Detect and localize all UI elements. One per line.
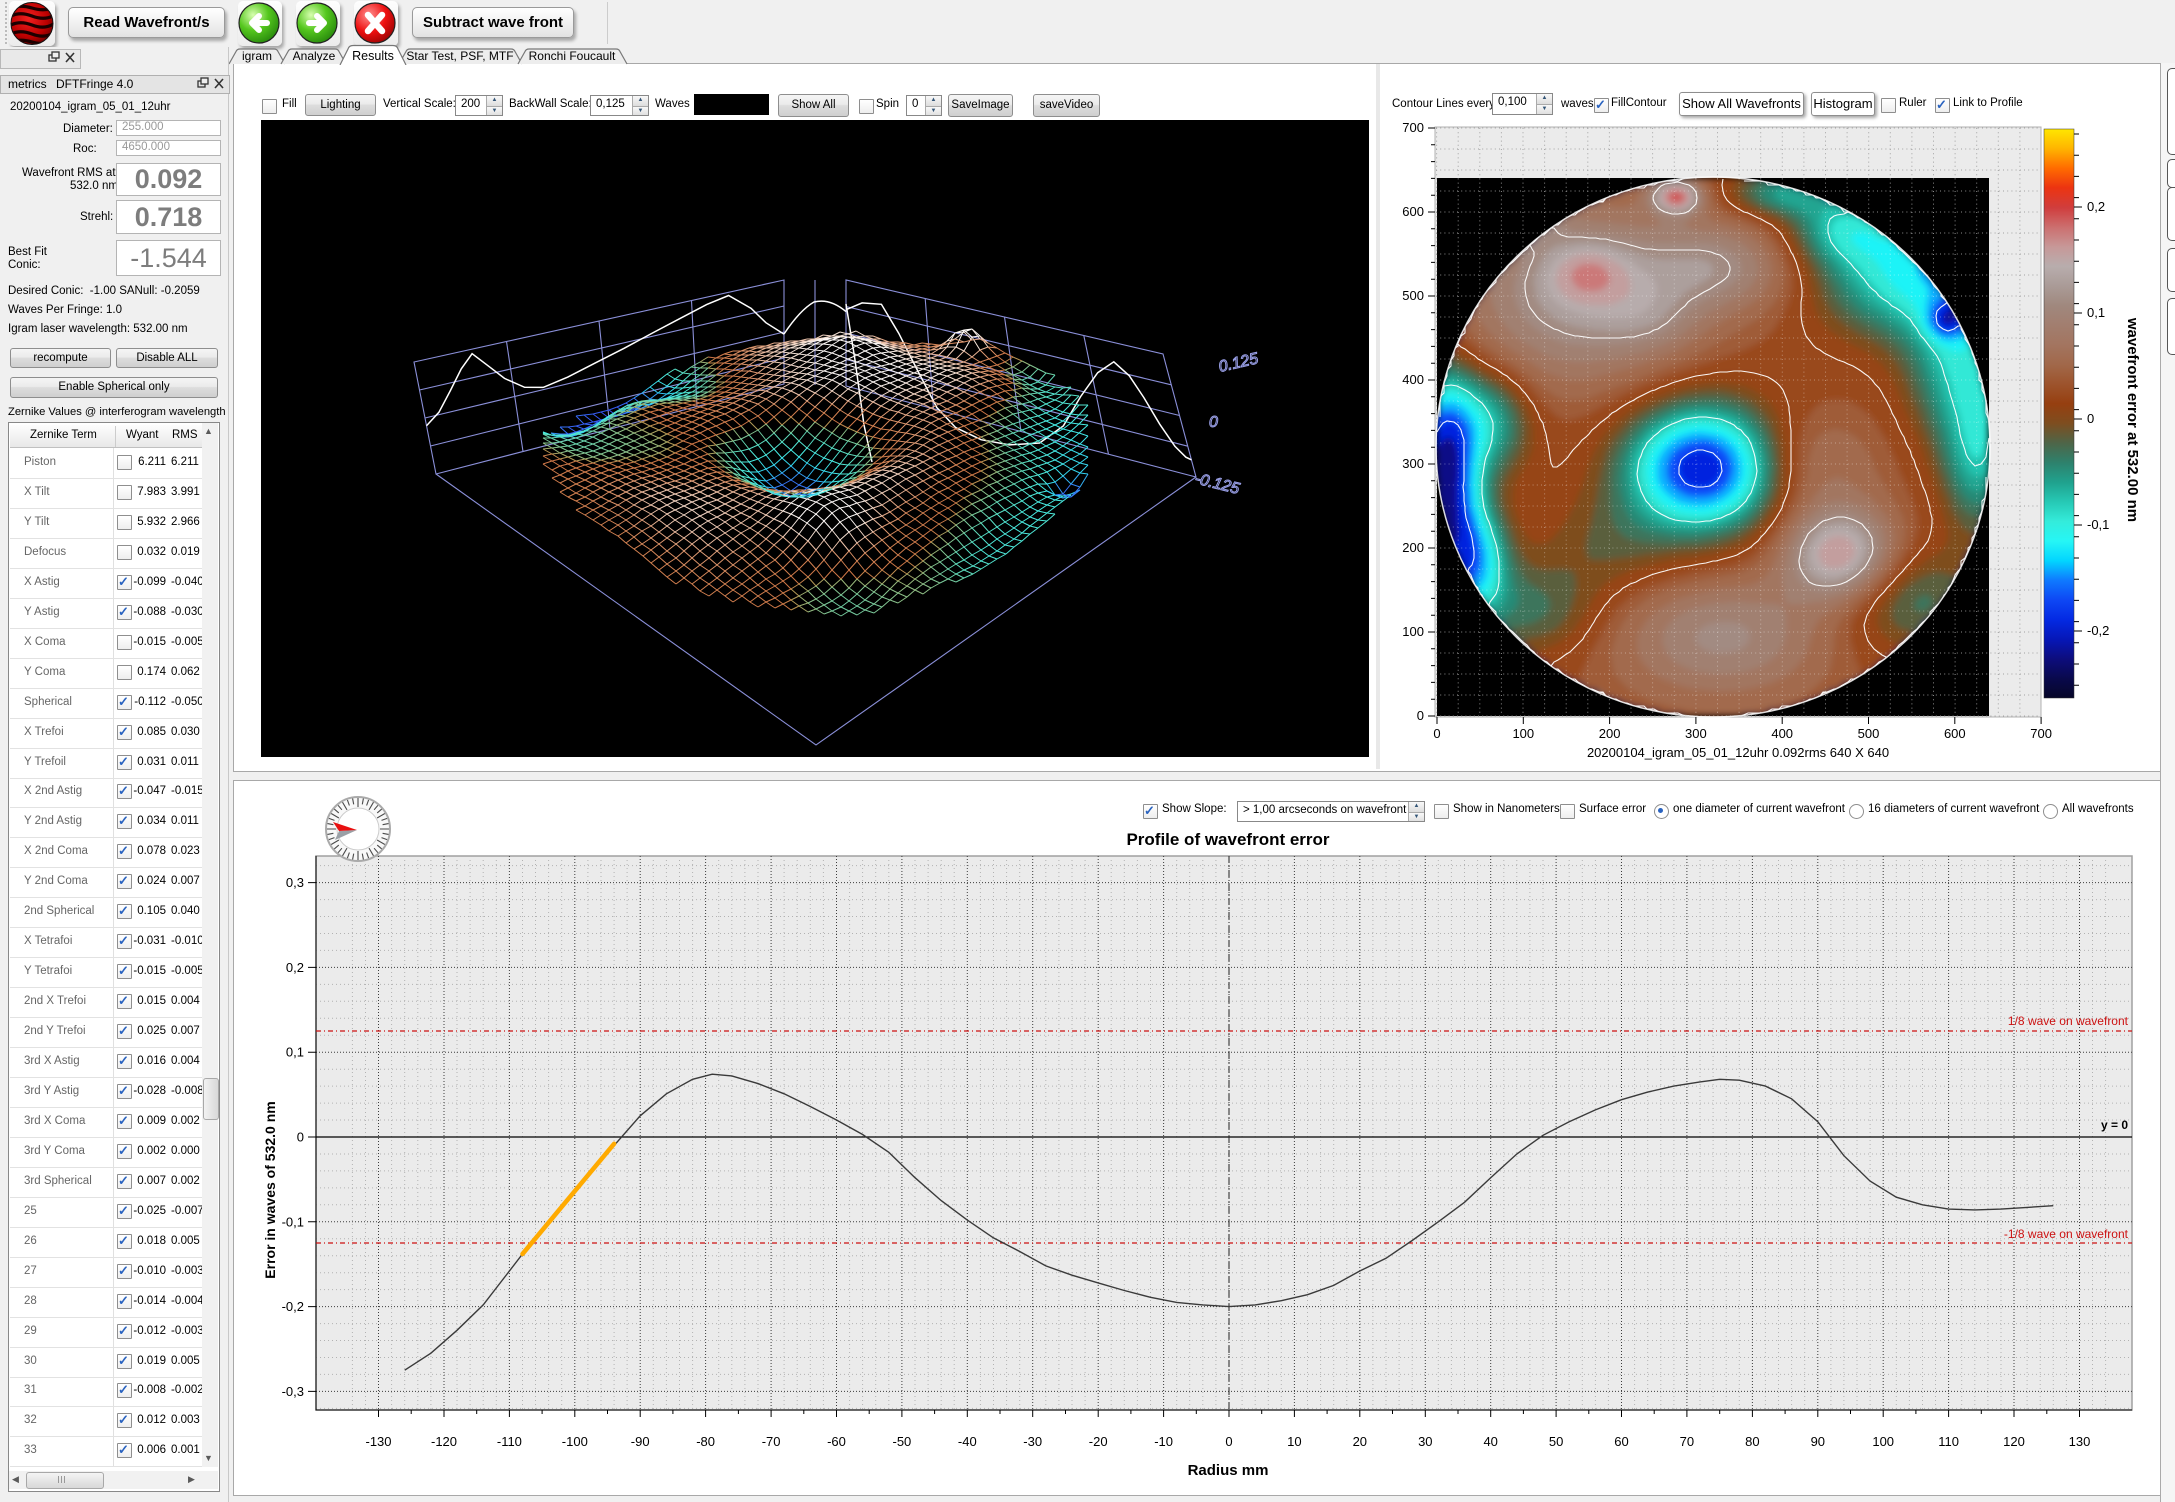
- svg-text:igram: igram: [242, 49, 272, 63]
- svg-text:-80: -80: [696, 1434, 715, 1449]
- svg-text:70: 70: [1680, 1434, 1694, 1449]
- svg-text:-60: -60: [827, 1434, 846, 1449]
- svg-text:0: 0: [1433, 726, 1440, 741]
- svg-text:600: 600: [1944, 726, 1966, 741]
- svg-text:20200104_igram_05_01_12uhr 0.: 20200104_igram_05_01_12uhr 0.092rms 640 …: [1587, 745, 1889, 760]
- svg-text:y = 0: y = 0: [2101, 1118, 2128, 1132]
- svg-text:0: 0: [1417, 708, 1424, 723]
- svg-text:0,2: 0,2: [2087, 199, 2105, 214]
- svg-text:400: 400: [1402, 372, 1424, 387]
- svg-text:-0,3: -0,3: [282, 1384, 304, 1399]
- svg-text:0: 0: [297, 1130, 304, 1145]
- svg-text:0,3: 0,3: [286, 875, 304, 890]
- svg-text:-0,2: -0,2: [2087, 623, 2109, 638]
- svg-text:300: 300: [1685, 726, 1707, 741]
- svg-text:200: 200: [1402, 540, 1424, 555]
- svg-text:-0,1: -0,1: [2087, 517, 2109, 532]
- svg-text:-130: -130: [365, 1434, 391, 1449]
- svg-text:-0,1: -0,1: [282, 1214, 304, 1229]
- svg-text:10: 10: [1287, 1434, 1301, 1449]
- svg-text:wavefront error at 532.00 nm: wavefront error at 532.00 nm: [2124, 317, 2141, 522]
- svg-text:Profile of wavefront error: Profile of wavefront error: [1126, 830, 1329, 849]
- svg-text:90: 90: [1811, 1434, 1825, 1449]
- svg-text:700: 700: [2030, 726, 2052, 741]
- svg-text:-40: -40: [958, 1434, 977, 1449]
- svg-text:-110: -110: [497, 1434, 522, 1449]
- svg-text:-120: -120: [431, 1434, 457, 1449]
- svg-text:-1/8 wave on wavefront: -1/8 wave on wavefront: [2004, 1227, 2129, 1241]
- svg-text:20: 20: [1353, 1434, 1367, 1449]
- svg-text:-70: -70: [762, 1434, 781, 1449]
- svg-text:-10: -10: [1154, 1434, 1173, 1449]
- svg-text:-20: -20: [1089, 1434, 1108, 1449]
- svg-text:30: 30: [1418, 1434, 1432, 1449]
- svg-text:-100: -100: [562, 1434, 588, 1449]
- svg-text:400: 400: [1771, 726, 1793, 741]
- svg-text:0,1: 0,1: [2087, 305, 2105, 320]
- svg-text:100: 100: [1402, 624, 1424, 639]
- svg-text:120: 120: [2003, 1434, 2025, 1449]
- svg-text:80: 80: [1745, 1434, 1759, 1449]
- svg-text:300: 300: [1402, 456, 1424, 471]
- svg-text:60: 60: [1614, 1434, 1628, 1449]
- svg-text:700: 700: [1402, 120, 1424, 135]
- svg-text:Radius mm: Radius mm: [1188, 1462, 1269, 1479]
- svg-text:Results: Results: [352, 49, 394, 63]
- svg-text:0: 0: [2087, 411, 2094, 426]
- svg-text:50: 50: [1549, 1434, 1563, 1449]
- svg-text:Ronchi Foucault: Ronchi Foucault: [529, 49, 616, 63]
- svg-text:0: 0: [1209, 414, 1218, 431]
- svg-text:-0,2: -0,2: [282, 1299, 304, 1314]
- svg-text:100: 100: [1872, 1434, 1894, 1449]
- svg-text:Error in waves of 532.0 nm: Error in waves of 532.0 nm: [262, 1101, 278, 1278]
- svg-text:130: 130: [2069, 1434, 2091, 1449]
- svg-text:0,1: 0,1: [286, 1045, 304, 1060]
- svg-text:-90: -90: [631, 1434, 650, 1449]
- svg-text:0,2: 0,2: [286, 960, 304, 975]
- svg-text:Star Test, PSF, MTF: Star Test, PSF, MTF: [406, 49, 513, 63]
- svg-text:Analyze: Analyze: [293, 49, 336, 63]
- svg-text:1/8 wave on wavefront: 1/8 wave on wavefront: [2008, 1014, 2129, 1028]
- svg-text:500: 500: [1858, 726, 1880, 741]
- svg-text:200: 200: [1599, 726, 1621, 741]
- svg-text:600: 600: [1402, 204, 1424, 219]
- svg-text:-30: -30: [1023, 1434, 1042, 1449]
- svg-text:110: 110: [1938, 1434, 1959, 1449]
- svg-text:40: 40: [1483, 1434, 1497, 1449]
- svg-text:-50: -50: [893, 1434, 912, 1449]
- svg-text:0: 0: [1225, 1434, 1232, 1449]
- svg-text:100: 100: [1512, 726, 1534, 741]
- svg-text:500: 500: [1402, 288, 1424, 303]
